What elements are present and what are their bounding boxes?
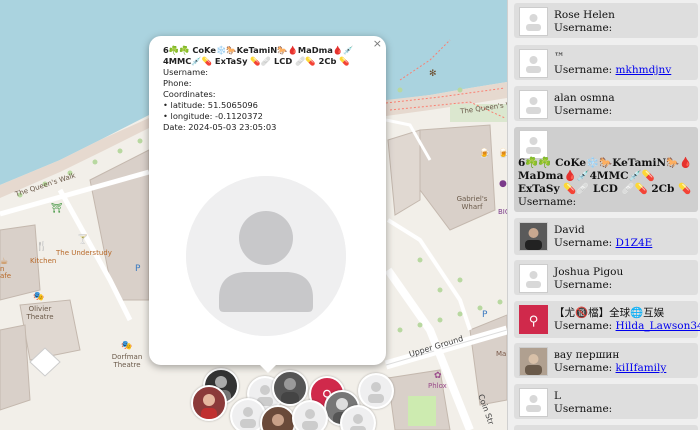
avatar — [519, 222, 548, 251]
theatre-icon: 🎭 — [121, 341, 133, 351]
user-card[interactable]: Rose Helen Username: — [514, 3, 698, 38]
username-label: Username: — [554, 279, 613, 291]
poi-label-olivier-theatre: Olivier Theatre — [26, 305, 54, 321]
popup-longitude: • longitude: -0.1120372 — [163, 111, 263, 121]
user-card-selected[interactable]: 6☘️☘️ CoKe❄️🐎KeTamiN🐎🩸MaDma🩸💉4MMC💉💊 ExTa… — [514, 127, 698, 212]
viewpoint-icon: ✻ — [429, 69, 437, 79]
person-silhouette-icon — [519, 264, 548, 293]
parking-icon: P — [482, 310, 488, 320]
username-label: Username: — [554, 320, 613, 332]
user-popup: × 6☘️☘️ CoKe❄️🐎KeTamiN🐎🩸MaDma🩸💉4MMC💉💊 Ex… — [149, 36, 386, 373]
theatre-icon: 🎭 — [33, 292, 45, 302]
person-silhouette-icon — [186, 176, 346, 336]
shop-icon: ● — [499, 179, 507, 189]
user-name: 【尤🔞檔】全球🌐互娱 — [554, 307, 665, 319]
user-marker[interactable] — [292, 400, 328, 430]
poi-label-bic: BIC — [498, 208, 507, 216]
user-card-text: alan osmna Username: — [554, 92, 615, 118]
poi-label-ma: Ma — [496, 350, 507, 358]
avatar — [519, 347, 548, 376]
parking-icon: P — [135, 264, 141, 274]
username-label: Username: — [554, 362, 613, 374]
user-card-text: 【尤🔞檔】全球🌐互娱 Username: Hilda_Lawson34 — [554, 307, 700, 333]
user-card-text: L Username: — [554, 390, 612, 416]
user-card-text: 6☘️☘️ CoKe❄️🐎KeTamiN🐎🩸MaDma🩸💉4MMC💉💊 ExTa… — [518, 157, 698, 209]
user-name: alan osmna — [554, 92, 615, 104]
user-name: Rose Helen — [554, 9, 615, 21]
username-label: Username: — [554, 105, 613, 117]
poi-label-kitchen: Kitchen — [30, 257, 57, 265]
user-card-text: ™ Username: mkhmdjnv — [554, 51, 671, 77]
popup-latitude: • latitude: 51.5065096 — [163, 100, 258, 110]
popup-title: 6☘️☘️ CoKe❄️🐎KeTamiN🐎🩸MaDma🩸💉4MMC💉💊 ExTa… — [163, 45, 354, 66]
poi-label-gabriels-wharf: Gabriel's Wharf — [456, 195, 488, 211]
username-link[interactable]: D1Z4E — [616, 237, 653, 249]
user-name: вау першин — [554, 349, 620, 361]
user-marker[interactable] — [191, 385, 227, 421]
user-name: Joshua Pigou — [554, 266, 624, 278]
username-link[interactable]: kiIIfamily — [616, 362, 667, 374]
poi-label-dorfman-theatre: Dorfman Theatre — [111, 353, 143, 369]
user-card-text: Rose Helen Username: — [554, 9, 615, 35]
person-silhouette-icon — [519, 90, 548, 119]
user-card-text: вау першин Username: kiIIfamily — [554, 349, 666, 375]
user-marker[interactable] — [358, 373, 394, 409]
pub-icon: 🍺 — [479, 149, 491, 159]
user-card[interactable]: Joshua Pigou Username: — [514, 260, 698, 295]
user-marker[interactable] — [260, 405, 296, 430]
username-link[interactable]: Hilda_Lawson34 — [616, 320, 700, 332]
poi-label-cafe: afe — [0, 272, 12, 280]
glass-icon: 🍸 — [77, 235, 89, 245]
user-name: David — [554, 224, 585, 236]
username-label: Username: — [554, 237, 613, 249]
popup-content: 6☘️☘️ CoKe❄️🐎KeTamiN🐎🩸MaDma🩸💉4MMC💉💊 ExTa… — [163, 45, 378, 133]
pub-icon: 🍺 — [498, 149, 507, 159]
person-silhouette-icon — [519, 130, 548, 159]
username-link[interactable]: mkhmdjnv — [616, 64, 672, 76]
svg-text:⚲: ⚲ — [529, 314, 539, 329]
user-name: ™ — [554, 51, 565, 63]
username-label: Username: — [554, 403, 613, 415]
popup-coordinates-label: Coordinates: — [163, 89, 216, 99]
person-silhouette-icon — [519, 49, 548, 78]
user-list-sidebar[interactable]: Rose Helen Username: ™ Username: mkhmdjn… — [507, 0, 700, 430]
username-label: Username: — [518, 196, 577, 208]
user-card[interactable]: alan osmna Username: — [514, 86, 698, 121]
popup-tip — [259, 364, 277, 373]
person-silhouette-icon — [519, 7, 548, 36]
user-name: L — [554, 390, 561, 402]
user-card[interactable]: ⚲ 【尤🔞檔】全球🌐互娱 Username: Hilda_Lawson34 — [514, 301, 700, 338]
popup-username-label: Username: — [163, 67, 209, 77]
user-name: 6☘️☘️ CoKe❄️🐎KeTamiN🐎🩸MaDma🩸💉4MMC💉💊 ExTa… — [518, 157, 693, 195]
cafe-icon: ☕ — [0, 257, 9, 267]
user-marker[interactable] — [340, 405, 376, 430]
user-card[interactable]: L Username: — [514, 384, 698, 419]
poi-label-understudy: The Understudy — [56, 249, 112, 257]
user-card[interactable] — [514, 425, 698, 430]
flower-icon: ✿ — [434, 371, 442, 381]
popup-phone-label: Phone: — [163, 78, 192, 88]
popup-date: Date: 2024-05-03 23:05:03 — [163, 122, 277, 132]
user-card-text: Joshua Pigou Username: — [554, 266, 623, 292]
fork-knife-icon: 🍴 — [36, 242, 48, 252]
user-card[interactable]: ™ Username: mkhmdjnv — [514, 45, 698, 80]
avatar: ⚲ — [519, 305, 548, 334]
username-label: Username: — [554, 22, 613, 34]
person-silhouette-icon — [519, 388, 548, 417]
map-view[interactable]: The Queen's Walk The Queen's W Kitchen T… — [0, 0, 507, 430]
poi-label-phlox: Phlox — [428, 382, 447, 390]
picnic-icon: ⛩ — [51, 204, 63, 214]
user-card-text: David Username: D1Z4E — [554, 224, 652, 250]
user-card[interactable]: вау першин Username: kiIIfamily — [514, 343, 698, 378]
username-label: Username: — [554, 64, 613, 76]
user-card[interactable]: David Username: D1Z4E — [514, 218, 698, 255]
